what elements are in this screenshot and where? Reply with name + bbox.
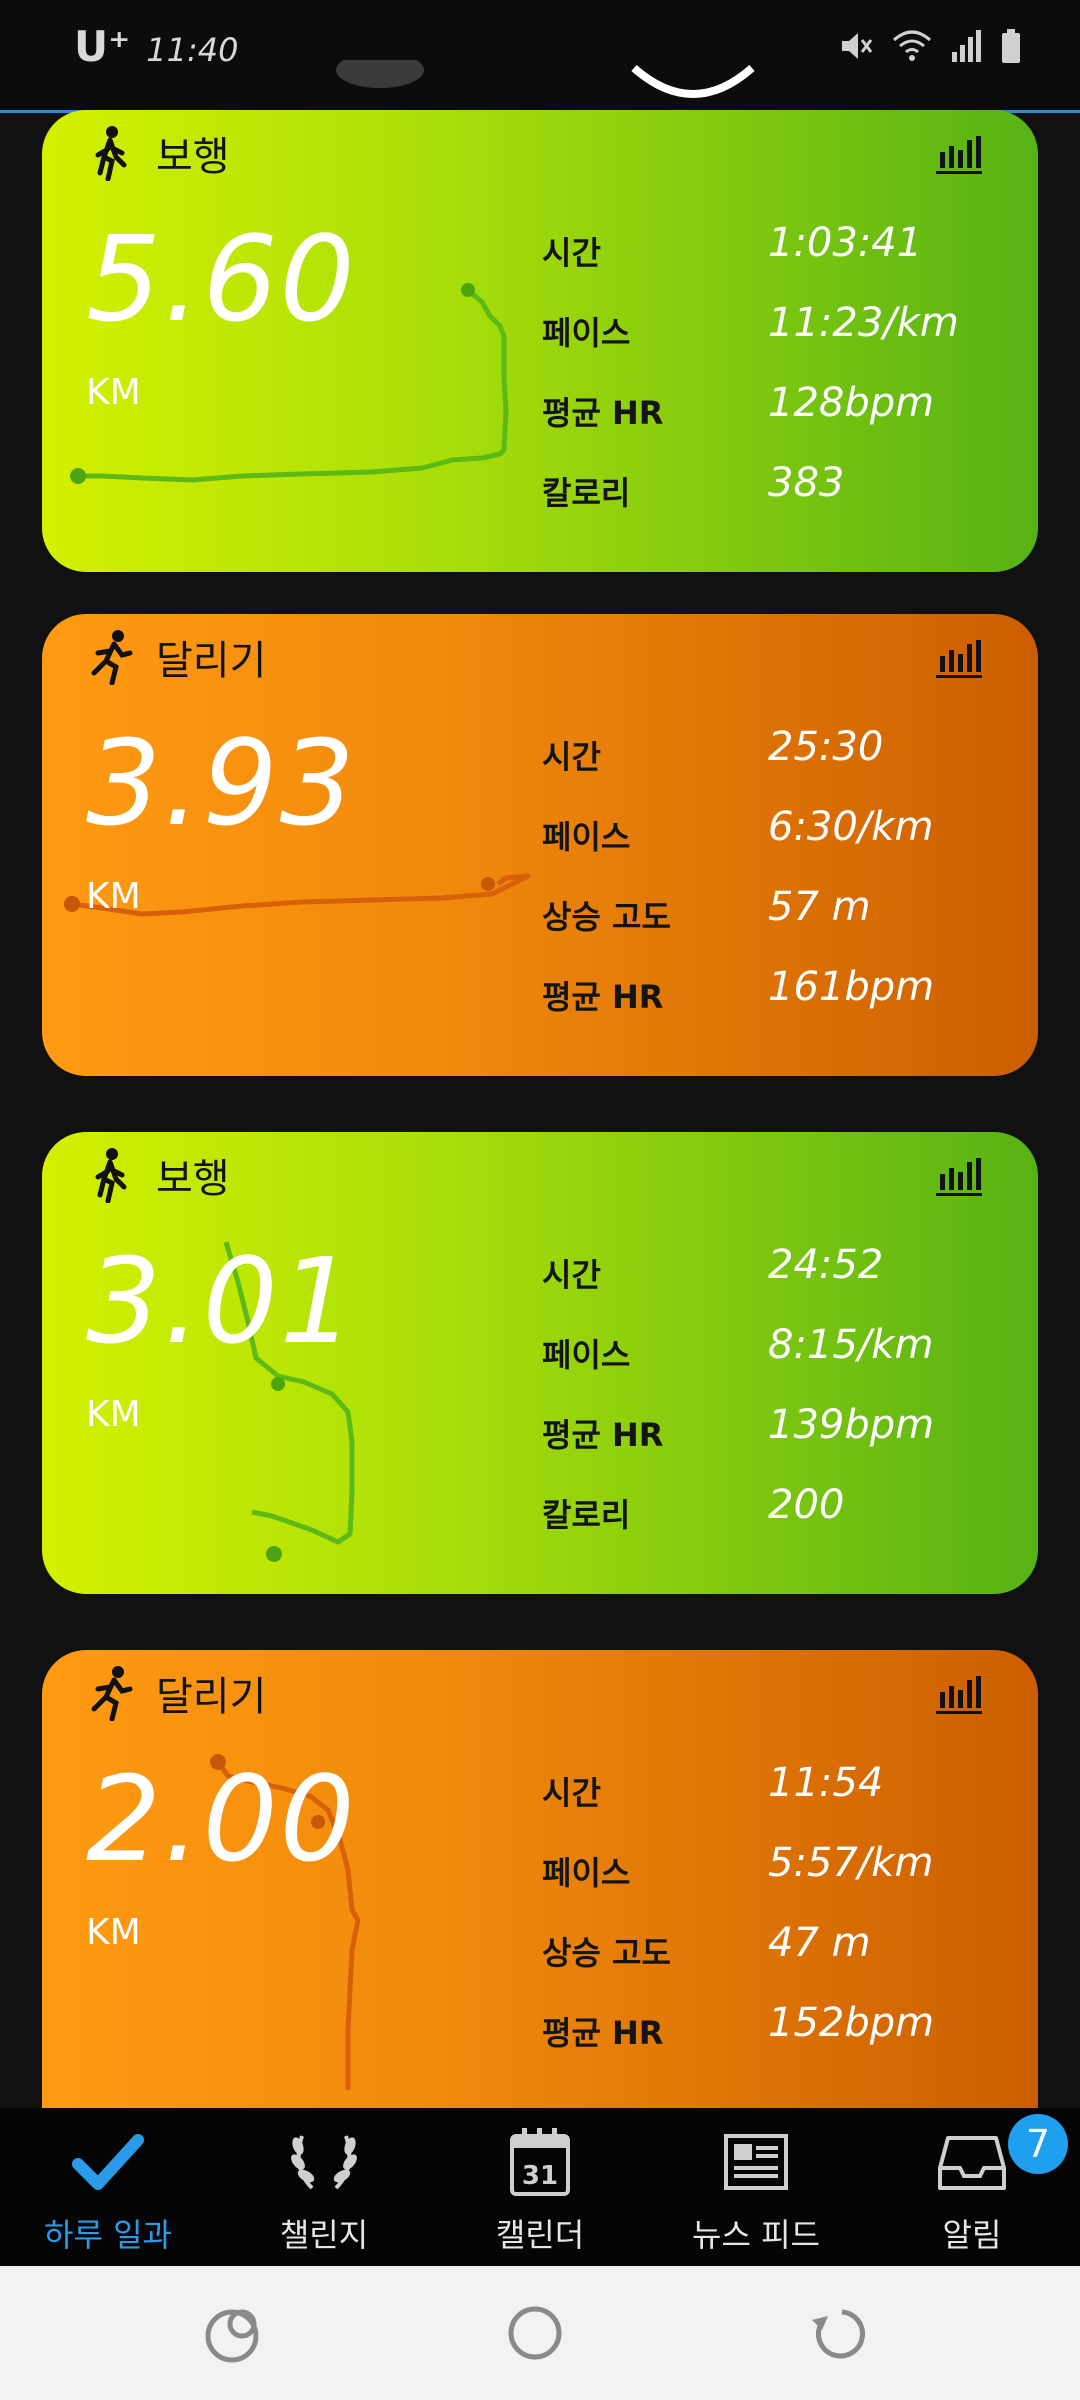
metric-value: 11:23/km xyxy=(768,300,959,346)
metric-label: 평균 HR xyxy=(542,978,664,1016)
metric-label: 칼로리 xyxy=(542,474,631,512)
metric-label: 상승 고도 xyxy=(542,898,671,936)
distance-value: 3.93 xyxy=(86,714,357,852)
bottom-nav: 하루 일과 챌린지 31 캘린더 뉴스 피드 알림 7 xyxy=(0,2108,1080,2266)
activity-card-walk-1[interactable]: 보행 5.60 KM 시간 1:03:41 페이스 11:23/km 평균 HR 12… xyxy=(42,110,1038,572)
stats-chart-icon[interactable] xyxy=(934,1154,984,1198)
calendar-icon: 31 xyxy=(510,2128,570,2196)
metric-value: 8:15/km xyxy=(768,1322,934,1368)
avatar xyxy=(336,60,424,88)
system-nav-bar xyxy=(0,2266,1080,2400)
metric-value: 161bpm xyxy=(768,964,935,1010)
distance-value: 5.60 xyxy=(86,210,357,348)
metric-label: 페이스 xyxy=(542,818,631,856)
nav-label: 뉴스 피드 xyxy=(692,2216,820,2254)
metric-value: 200 xyxy=(768,1482,845,1528)
wifi-icon xyxy=(893,30,931,61)
stats-chart-icon[interactable] xyxy=(934,636,984,680)
metric-label: 상승 고도 xyxy=(542,1934,671,1972)
metric-label: 시간 xyxy=(542,738,601,776)
checkmark-icon xyxy=(72,2134,144,2190)
metric-value: 152bpm xyxy=(768,2000,935,2046)
nav-label: 알림 xyxy=(942,2216,1002,2254)
activity-type-label: 보행 xyxy=(156,134,230,180)
mute-icon xyxy=(842,33,873,59)
nav-label: 챌린지 xyxy=(279,2216,369,2254)
signal-icon xyxy=(952,30,981,62)
nav-label: 하루 일과 xyxy=(44,2216,172,2254)
metric-label: 시간 xyxy=(542,1256,601,1294)
metric-value: 47 m xyxy=(768,1920,871,1966)
metric-label: 시간 xyxy=(542,1774,601,1812)
activity-type-label: 달리기 xyxy=(156,1674,267,1720)
distance-value: 2.00 xyxy=(86,1750,357,1888)
activity-card-run-1[interactable]: 달리기 3.93 KM 시간 25:30 페이스 6:30/km 상승 고도 57 m… xyxy=(42,614,1038,1076)
activity-type-label: 보행 xyxy=(156,1156,230,1202)
metric-value: 24:52 xyxy=(768,1242,884,1288)
metric-value: 383 xyxy=(768,460,845,506)
metric-label: 칼로리 xyxy=(542,1496,631,1534)
metric-label: 평균 HR xyxy=(542,2014,664,2052)
metric-value: 11:54 xyxy=(768,1760,884,1806)
back-icon[interactable] xyxy=(802,2298,872,2368)
recents-icon[interactable] xyxy=(200,2298,270,2368)
progress-ring-arc xyxy=(631,64,755,98)
nav-item-daily[interactable]: 하루 일과 xyxy=(0,2108,216,2266)
status-bar: U⁺ 11:40 xyxy=(0,0,1080,110)
nav-item-challenge[interactable]: 챌린지 xyxy=(216,2108,432,2266)
distance-unit: KM xyxy=(86,1912,141,1953)
calendar-day: 31 xyxy=(522,2161,558,2191)
distance-unit: KM xyxy=(86,1394,141,1435)
metric-value: 25:30 xyxy=(768,724,884,770)
metric-label: 평균 HR xyxy=(542,394,664,432)
metric-label: 페이스 xyxy=(542,1854,631,1892)
laurel-icon xyxy=(291,2135,357,2190)
stats-chart-icon[interactable] xyxy=(934,132,984,176)
activity-card-run-2[interactable]: 달리기 2.00 KM 시간 11:54 페이스 5:57/km 상승 고도 47 m… xyxy=(42,1650,1038,2108)
activity-type-label: 달리기 xyxy=(156,638,267,684)
distance-value: 3.01 xyxy=(86,1232,357,1370)
metric-value: 128bpm xyxy=(768,380,935,426)
battery-icon xyxy=(1002,29,1020,63)
metric-value: 139bpm xyxy=(768,1402,935,1448)
running-person-icon xyxy=(91,1666,133,1721)
metric-label: 평균 HR xyxy=(542,1416,664,1454)
metric-value: 6:30/km xyxy=(768,804,934,850)
newspaper-icon xyxy=(724,2134,788,2190)
metric-value: 5:57/km xyxy=(768,1840,934,1886)
nav-label: 캘린더 xyxy=(495,2216,585,2254)
activity-card-walk-2[interactable]: 보행 3.01 KM 시간 24:52 페이스 8:15/km 평균 HR 139bp… xyxy=(42,1132,1038,1594)
distance-unit: KM xyxy=(86,876,141,917)
nav-item-newsfeed[interactable]: 뉴스 피드 xyxy=(648,2108,864,2266)
metric-value: 57 m xyxy=(768,884,871,930)
distance-unit: KM xyxy=(86,372,141,413)
nav-item-notifications[interactable]: 알림 7 xyxy=(864,2108,1080,2266)
carrier-label: U⁺ xyxy=(74,22,131,71)
metric-label: 페이스 xyxy=(542,314,631,352)
metric-label: 시간 xyxy=(542,234,601,272)
running-person-icon xyxy=(91,630,133,685)
stats-chart-icon[interactable] xyxy=(934,1672,984,1716)
metric-label: 페이스 xyxy=(542,1336,631,1374)
walking-person-icon xyxy=(95,1148,127,1203)
nav-item-calendar[interactable]: 31 캘린더 xyxy=(432,2108,648,2266)
home-icon[interactable] xyxy=(500,2298,570,2368)
notification-badge: 7 xyxy=(1008,2114,1068,2174)
inbox-icon xyxy=(938,2136,1006,2190)
walking-person-icon xyxy=(95,126,127,181)
metric-value: 1:03:41 xyxy=(768,220,923,266)
status-time: 11:40 xyxy=(146,31,239,69)
